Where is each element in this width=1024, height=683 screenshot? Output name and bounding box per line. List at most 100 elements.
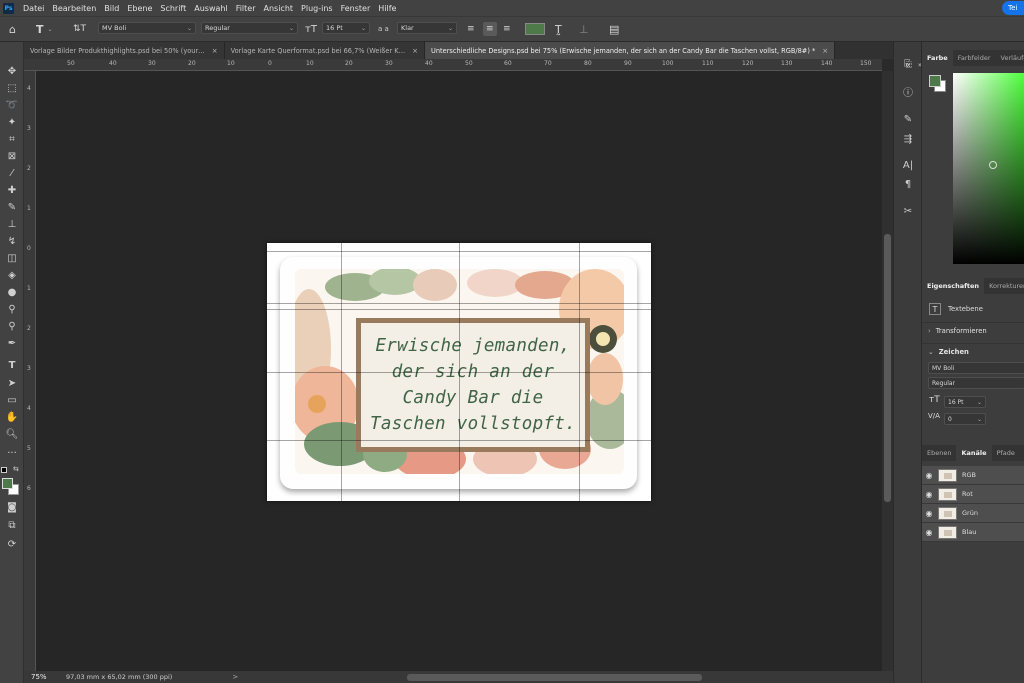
crop-tool-icon[interactable]: ⌗ [4,132,20,146]
tab-farbfelder[interactable]: Farbfelder [953,50,996,66]
menu-fenster[interactable]: Fenster [337,4,375,13]
foreground-color-swatch[interactable] [2,478,13,489]
screen-mode-icon[interactable]: ⧉ [4,518,20,532]
share-button[interactable]: Tei [1002,1,1024,15]
foreground-color-swatch[interactable] [929,75,941,87]
menu-auswahl[interactable]: Auswahl [190,4,231,13]
more-tools-icon[interactable]: ··· [4,446,20,460]
close-icon[interactable]: × [412,47,418,55]
menu-bearbeiten[interactable]: Bearbeiten [48,4,100,13]
adjustments-icon[interactable]: ⇶ [900,132,916,146]
align-right-icon[interactable]: ≡ [503,22,511,36]
document-canvas[interactable]: Erwische jemanden, der sich an der Candy… [267,243,651,501]
hand-tool-icon[interactable]: ✋ [4,410,20,424]
tools-settings-icon[interactable]: ✂ [900,204,916,218]
tab-ebenen[interactable]: Ebenen [922,445,956,461]
tab-korrekturen[interactable]: Korrekturen [984,278,1024,294]
menu-datei[interactable]: Datei [19,4,48,13]
menu-filter[interactable]: Filter [232,4,260,13]
move-tool-icon[interactable]: ✥ [4,64,20,78]
close-icon[interactable]: × [822,47,828,55]
channel-row[interactable]: ◉ RGB [922,466,1024,485]
font-style-select[interactable]: Regular ⌄ [201,22,298,34]
menu-hilfe[interactable]: Hilfe [374,4,400,13]
close-icon[interactable]: × [212,47,218,55]
scrollbar-thumb[interactable] [884,234,891,502]
type-tool-icon[interactable]: T [4,358,20,372]
default-colors-icon[interactable] [1,467,7,473]
tab-eigenschaften[interactable]: Eigenschaften [922,278,985,294]
path-selection-tool-icon[interactable]: ➤ [4,376,20,390]
healing-brush-tool-icon[interactable]: ✚ [4,183,20,197]
align-center-icon[interactable]: ≡ [483,22,497,36]
menu-ansicht[interactable]: Ansicht [260,4,298,13]
paint-bucket-tool-icon[interactable]: ◈ [4,268,20,282]
menu-schrift[interactable]: Schrift [156,4,190,13]
tab-farbe[interactable]: Farbe [922,50,953,66]
color-picker-field[interactable] [953,73,1024,264]
marquee-tool-icon[interactable]: ⬚ [4,81,20,95]
character-section[interactable]: ⌄ Zeichen [922,343,1024,359]
guide-line[interactable] [579,243,580,501]
font-family-select[interactable]: MV Boli ⌄ [98,22,196,34]
antialias-select[interactable]: Klar ⌄ [397,22,457,34]
tab-pfade[interactable]: Pfade [992,445,1020,461]
character-panel-toggle-icon[interactable]: ⊥ [579,22,589,36]
channel-row[interactable]: ◉ Blau [922,523,1024,542]
panels-toggle-icon[interactable]: ▤ [609,22,619,36]
align-left-icon[interactable]: ≡ [467,22,475,36]
eyedropper-tool-icon[interactable]: ⁄ [4,166,20,180]
text-box[interactable]: Erwische jemanden, der sich an der Candy… [361,323,585,447]
eye-icon[interactable]: ◉ [922,490,936,499]
vertical-scrollbar[interactable] [882,71,893,671]
color-picker-cursor[interactable] [989,161,997,169]
text-color-swatch[interactable] [525,23,545,35]
menu-ebene[interactable]: Ebene [123,4,156,13]
zoom-tool-icon[interactable]: 🔍︎ [4,427,20,441]
transform-section[interactable]: › Transformieren [922,322,1024,338]
plugins-icon[interactable]: ⎘ [900,57,916,71]
channel-row[interactable]: ◉ Grün [922,504,1024,523]
panel-font-family-select[interactable]: MV Boli [928,362,1024,374]
document-tab[interactable]: Vorlage Karte Querformat.psd bei 66,7% (… [224,42,426,59]
clone-stamp-tool-icon[interactable]: ⊥ [4,217,20,231]
dodge-tool-icon[interactable]: ⚲ [4,302,20,316]
home-icon[interactable]: ⌂ [9,22,16,36]
eye-icon[interactable]: ◉ [922,528,936,537]
panel-tracking-select[interactable]: 0 ⌄ [944,413,986,425]
guide-line[interactable] [341,243,342,501]
paragraph-icon[interactable]: ¶ [900,177,916,191]
panel-font-size-select[interactable]: 16 Pt ⌄ [944,396,986,408]
horizontal-scrollbar-thumb[interactable] [407,674,702,681]
panel-font-style-select[interactable]: Regular [928,377,1024,389]
brush-tool-icon[interactable]: ✎ [4,200,20,214]
zoom-lens-tool-icon[interactable]: ⚲ [4,319,20,333]
character-icon[interactable]: A| [900,158,916,172]
quick-mask-icon[interactable]: ◙ [4,500,20,514]
info-icon[interactable]: ⓘ [900,84,916,99]
menu-plugins[interactable]: Plug-ins [297,4,337,13]
status-menu-arrow[interactable]: > [232,673,238,681]
swap-colors-icon[interactable]: ⇆ [13,465,19,473]
pen-tool-icon[interactable]: ✒ [4,336,20,350]
document-tab-active[interactable]: Unterschiedliche Designs.psd bei 75% (Er… [425,42,836,59]
menu-bild[interactable]: Bild [100,4,123,13]
eraser-tool-icon[interactable]: ◫ [4,251,20,265]
magic-wand-tool-icon[interactable]: ✦ [4,115,20,129]
brush-settings-icon[interactable]: ✎ [900,112,916,126]
text-orientation-icon[interactable]: ⇅T [73,22,86,36]
eye-icon[interactable]: ◉ [922,471,936,480]
eye-icon[interactable]: ◉ [922,509,936,518]
font-size-select[interactable]: 16 Pt ⌄ [322,22,370,34]
history-brush-tool-icon[interactable]: ↯ [4,234,20,248]
tab-verlaeufe[interactable]: Verläufe [996,50,1024,66]
generative-fill-icon[interactable]: ⟳ [4,537,20,551]
tab-kanaele[interactable]: Kanäle [956,445,992,461]
frame-tool-icon[interactable]: ⊠ [4,149,20,163]
blur-tool-icon[interactable]: ● [4,285,20,299]
zoom-level[interactable]: 75% [24,673,54,681]
lasso-tool-icon[interactable]: ➰ [4,98,20,112]
photoshop-logo-icon[interactable]: Ps [3,2,14,14]
rectangle-tool-icon[interactable]: ▭ [4,393,20,407]
document-tab[interactable]: Vorlage Bilder Produkthighlights.psd bei… [24,42,225,59]
